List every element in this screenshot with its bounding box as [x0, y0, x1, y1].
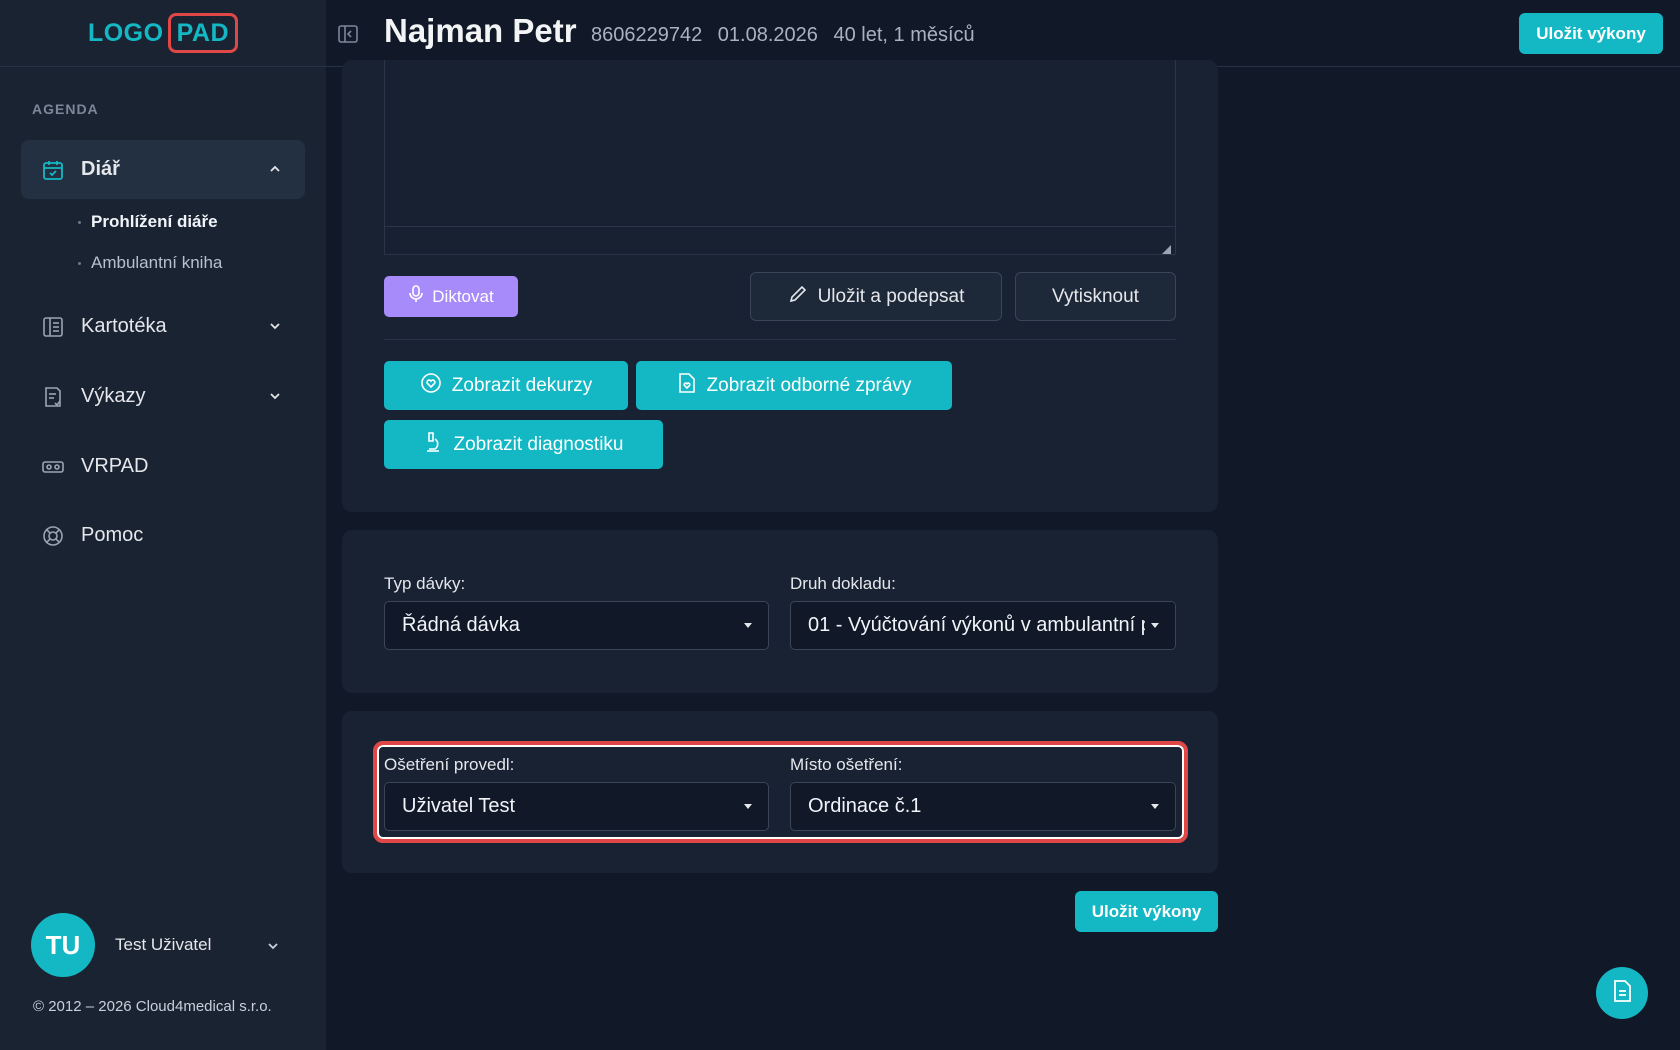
patient-meta: 8606229742 01.08.2026 40 let, 1 měsíců	[591, 24, 985, 47]
print-button[interactable]: Vytisknout	[1015, 272, 1176, 321]
document-type-label: Druh dokladu:	[790, 574, 896, 593]
sidebar-item-pomoc[interactable]: Pomoc	[21, 506, 305, 565]
heart-circle-icon	[420, 372, 442, 400]
logo[interactable]: LOGO PAD	[87, 13, 239, 53]
copyright: © 2012 – 2026 Cloud4medical s.r.o.	[33, 998, 272, 1015]
sidebar-item-diar[interactable]: Diář	[21, 140, 305, 199]
dictate-label: Diktovat	[432, 286, 494, 306]
lifebuoy-icon	[41, 524, 65, 548]
sidebar-item-label: Kartotéka	[81, 315, 167, 337]
bullet-icon	[78, 220, 81, 224]
caret-down-icon	[1151, 623, 1159, 628]
sidebar-subitem-label: Prohlížení diáře	[91, 212, 218, 231]
logo-text: LOGO	[87, 18, 164, 47]
batch-type-select[interactable]: Řádná dávka	[384, 601, 769, 650]
batch-type-label: Typ dávky:	[384, 574, 466, 593]
batch-card: Typ dávky: Řádná dávka Druh dokladu: 01 …	[342, 530, 1218, 693]
header: Najman Petr 8606229742 01.08.2026 40 let…	[326, 0, 1680, 67]
sidebar-collapse-icon[interactable]	[336, 22, 360, 46]
save-and-sign-button[interactable]: Uložit a podepsat	[750, 272, 1002, 321]
save-records-button[interactable]: Uložit výkony	[1519, 13, 1663, 54]
sidebar-item-vykazy[interactable]: Výkazy	[21, 367, 305, 426]
show-diagnostics-button[interactable]: Zobrazit diagnostiku	[384, 420, 663, 469]
dictate-button[interactable]: Diktovat	[384, 276, 518, 317]
user-menu[interactable]: TU Test Uživatel	[31, 913, 281, 977]
select-fade	[1145, 602, 1175, 649]
microphone-icon	[408, 285, 424, 308]
document-icon	[1611, 979, 1633, 1008]
logo-badge: PAD	[167, 13, 239, 53]
sidebar-item-label: Výkazy	[81, 385, 146, 407]
sidebar: LOGO PAD AGENDA Diář Prohlížení diáře Am…	[0, 0, 326, 1050]
logo-bar: LOGO PAD	[0, 0, 326, 67]
notes-card: Diktovat Uložit a podepsat Vytisknout Zo…	[342, 60, 1218, 512]
chevron-down-icon	[265, 938, 281, 959]
patient-name: Najman Petr	[384, 12, 577, 49]
chevron-down-icon	[267, 317, 283, 333]
sidebar-item-kartoteka[interactable]: Kartotéka	[21, 297, 305, 356]
bullet-icon	[78, 261, 81, 265]
visit-date: 01.08.2026	[717, 24, 818, 46]
chevron-up-icon	[267, 160, 283, 176]
show-reports-button[interactable]: Zobrazit odborné zprávy	[636, 361, 952, 410]
sidebar-item-vrpad[interactable]: VRPAD	[21, 437, 305, 496]
sidebar-subitem-ambulantni-kniha[interactable]: Ambulantní kniha	[78, 253, 222, 273]
birth-number: 8606229742	[591, 24, 703, 46]
document-type-select[interactable]: 01 - Vyúčtování výkonů v ambulantní p	[790, 601, 1176, 650]
divider	[384, 339, 1176, 340]
user-name: Test Uživatel	[115, 935, 212, 954]
vr-headset-icon	[41, 455, 65, 479]
card-index-icon	[41, 315, 65, 339]
sidebar-item-label: Pomoc	[81, 524, 144, 546]
resize-handle-icon[interactable]	[1162, 241, 1171, 254]
show-dekurzy-label: Zobrazit dekurzy	[451, 374, 593, 396]
sidebar-item-label: VRPAD	[81, 455, 149, 477]
show-diagnostics-label: Zobrazit diagnostiku	[453, 433, 624, 455]
focus-highlight	[373, 741, 1188, 843]
patient-age: 40 let, 1 měsíců	[833, 24, 975, 46]
microscope-icon	[423, 431, 443, 459]
section-label-agenda: AGENDA	[32, 101, 99, 117]
medical-document-icon	[677, 372, 697, 400]
sidebar-item-label: Diář	[81, 158, 120, 180]
save-records-bottom-button[interactable]: Uložit výkony	[1075, 891, 1218, 932]
textarea-footer	[384, 226, 1176, 255]
pencil-icon	[788, 284, 808, 310]
batch-type-value: Řádná dávka	[402, 614, 520, 636]
report-icon	[41, 385, 65, 409]
save-and-sign-label: Uložit a podepsat	[817, 285, 965, 307]
avatar: TU	[31, 913, 95, 977]
show-reports-label: Zobrazit odborné zprávy	[706, 374, 912, 396]
chevron-down-icon	[267, 387, 283, 403]
sidebar-subitem-prohlizeni[interactable]: Prohlížení diáře	[78, 212, 218, 232]
show-dekurzy-button[interactable]: Zobrazit dekurzy	[384, 361, 628, 410]
caret-down-icon	[744, 623, 752, 628]
document-fab[interactable]	[1596, 967, 1648, 1019]
calendar-icon	[41, 158, 65, 182]
document-type-value: 01 - Vyúčtování výkonů v ambulantní p	[808, 614, 1152, 636]
sidebar-subitem-label: Ambulantní kniha	[91, 253, 223, 272]
